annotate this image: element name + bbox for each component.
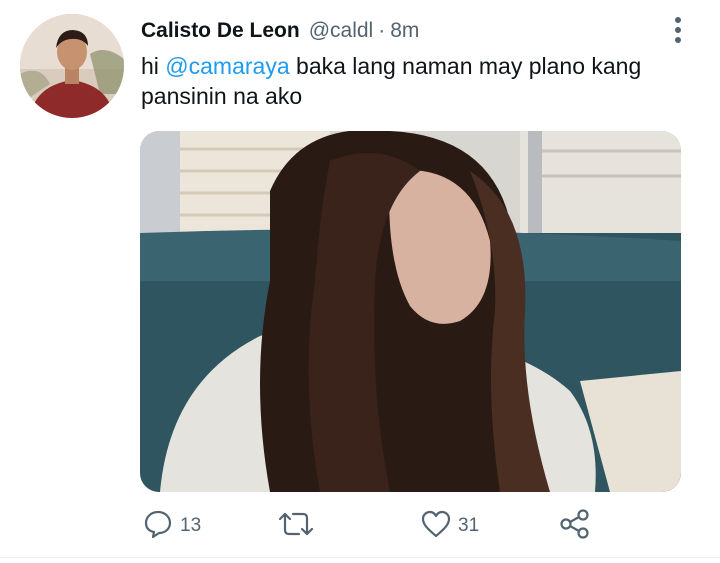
author-avatar[interactable]	[20, 14, 124, 118]
tweet-timestamp[interactable]: 8m	[390, 19, 419, 43]
like-button[interactable]: 31	[420, 508, 479, 544]
tweet-text-prefix: hi	[141, 53, 166, 79]
tweet-header: Calisto De Leon @caldl · 8m	[141, 17, 419, 45]
more-vertical-icon[interactable]	[664, 15, 692, 45]
divider	[0, 557, 720, 558]
heart-icon	[420, 508, 452, 545]
reply-button[interactable]: 13	[142, 508, 201, 544]
photo-image	[140, 131, 681, 492]
separator-dot: ·	[378, 19, 386, 42]
share-icon	[558, 507, 592, 546]
reply-count: 13	[180, 515, 202, 536]
author-name[interactable]: Calisto De Leon	[141, 19, 300, 43]
share-button[interactable]	[558, 508, 592, 544]
mention-link[interactable]: @camaraya	[165, 53, 289, 79]
tweet-media-photo[interactable]	[140, 131, 681, 492]
tweet-text: hi @camaraya baka lang naman may plano k…	[141, 51, 701, 111]
reply-icon	[142, 508, 174, 545]
author-handle[interactable]: @caldl	[309, 19, 374, 43]
retweet-button[interactable]	[278, 508, 314, 544]
tweet-actions: 13 31	[0, 508, 720, 544]
like-count: 31	[458, 515, 480, 536]
retweet-icon	[278, 508, 314, 545]
avatar-photo	[20, 14, 124, 118]
